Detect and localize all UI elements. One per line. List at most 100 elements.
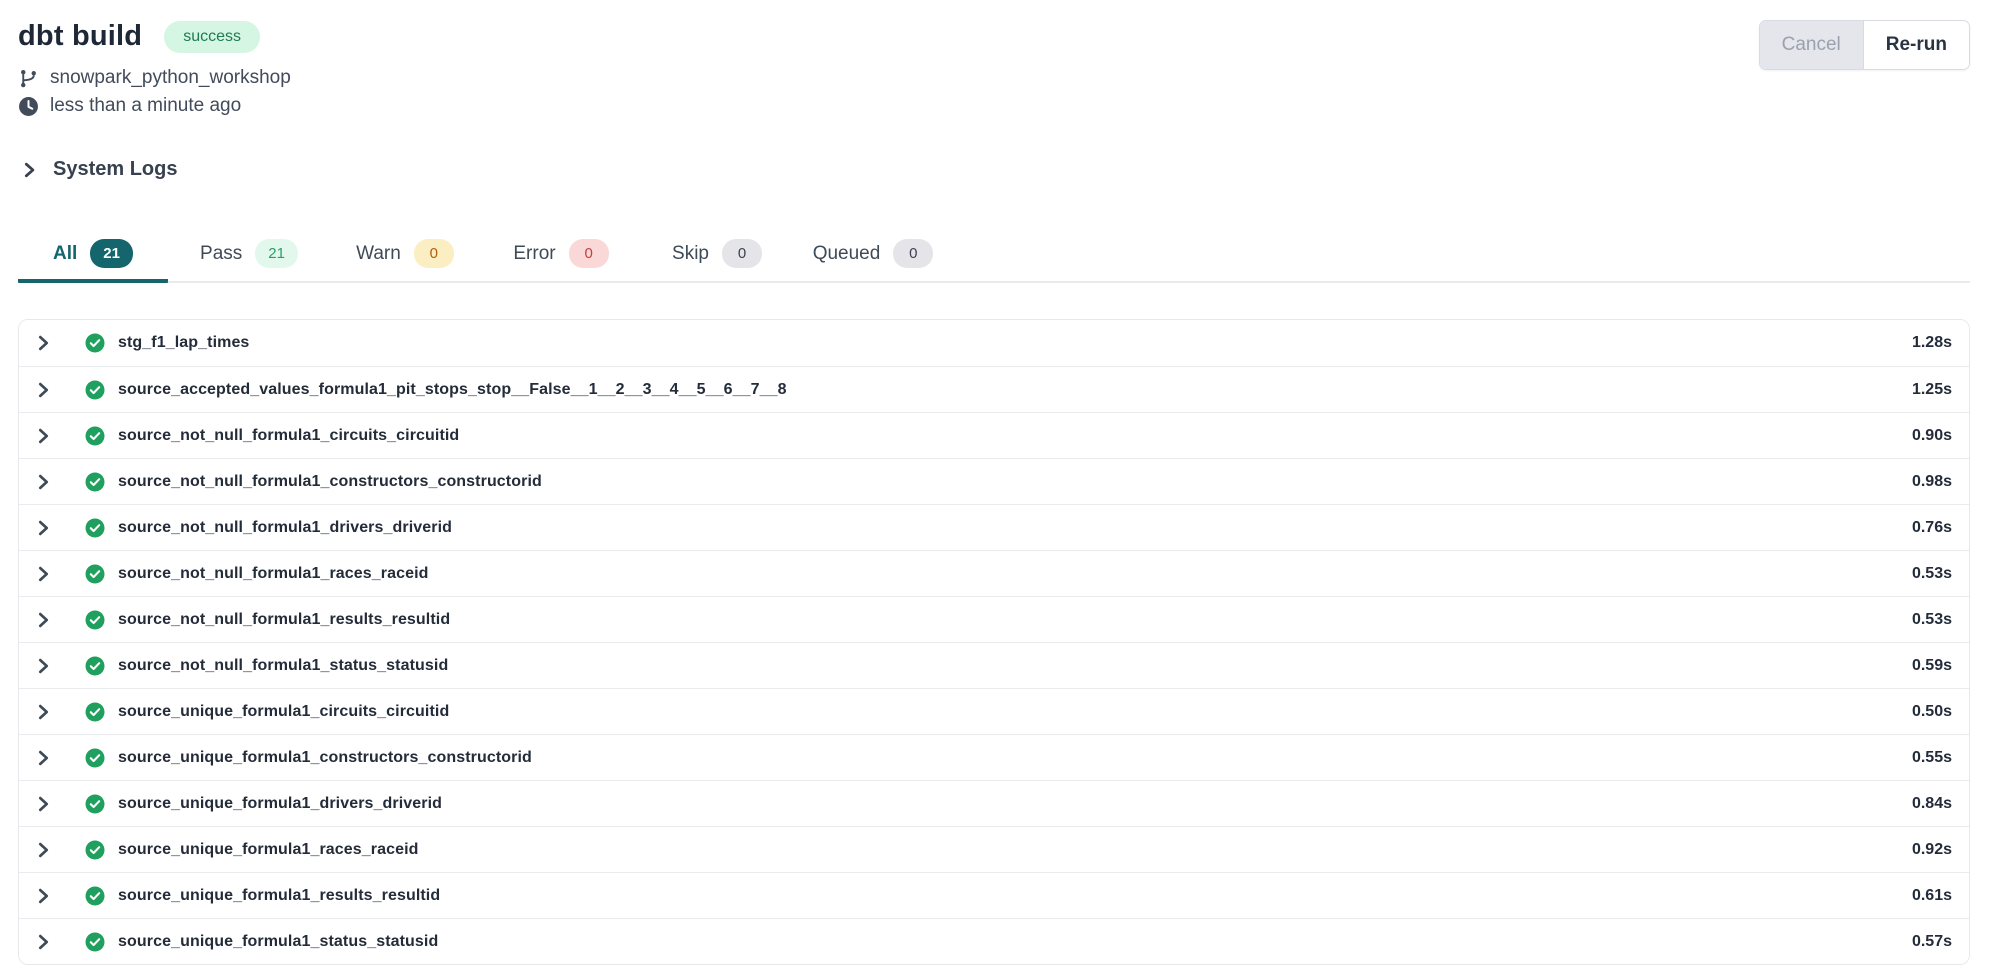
result-duration: 0.53s — [1912, 611, 1952, 629]
result-duration: 0.53s — [1912, 565, 1952, 583]
run-detail-page: dbt build success snowpark_python_worksh… — [0, 0, 1999, 959]
system-logs-toggle[interactable]: System Logs — [21, 158, 177, 181]
page-title: dbt build — [18, 20, 142, 53]
success-check-icon — [85, 610, 105, 630]
tab-label: Error — [513, 243, 555, 265]
result-duration: 1.28s — [1912, 334, 1952, 352]
result-duration: 0.76s — [1912, 519, 1952, 537]
expand-chevron-icon[interactable] — [34, 519, 52, 537]
run-header: dbt build success snowpark_python_worksh… — [0, 0, 1999, 118]
tab-count-badge: 0 — [414, 239, 454, 268]
results-list: stg_f1_lap_times 1.28s source_accepted_v… — [18, 319, 1970, 965]
expand-chevron-icon[interactable] — [34, 427, 52, 445]
expand-chevron-icon[interactable] — [34, 703, 52, 721]
success-check-icon — [85, 426, 105, 446]
result-name: source_not_null_formula1_circuits_circui… — [118, 427, 459, 445]
status-badge: success — [164, 21, 260, 53]
chevron-right-icon — [21, 160, 38, 180]
result-duration: 0.90s — [1912, 427, 1952, 445]
run-actions: Cancel Re-run — [1759, 20, 1970, 70]
tab-bar: All 21 Pass 21 Warn 0 Error 0 Skip 0 Que… — [18, 227, 1970, 283]
success-check-icon — [85, 380, 105, 400]
tab-count-badge: 0 — [722, 239, 762, 268]
result-row[interactable]: source_unique_formula1_circuits_circuiti… — [19, 688, 1969, 734]
expand-chevron-icon[interactable] — [34, 657, 52, 675]
tab-skip[interactable]: Skip 0 — [642, 229, 792, 283]
success-check-icon — [85, 932, 105, 952]
result-duration: 1.25s — [1912, 381, 1952, 399]
result-row[interactable]: source_unique_formula1_drivers_driverid … — [19, 780, 1969, 826]
expand-chevron-icon[interactable] — [34, 795, 52, 813]
tab-label: Skip — [672, 243, 709, 265]
expand-chevron-icon[interactable] — [34, 841, 52, 859]
success-check-icon — [85, 702, 105, 722]
branch-name: snowpark_python_workshop — [50, 67, 291, 89]
result-duration: 0.55s — [1912, 749, 1952, 767]
run-time-ago: less than a minute ago — [50, 95, 241, 117]
result-name: source_unique_formula1_races_raceid — [118, 841, 419, 859]
result-duration: 0.61s — [1912, 887, 1952, 905]
success-check-icon — [85, 840, 105, 860]
result-name: source_not_null_formula1_races_raceid — [118, 565, 429, 583]
result-name: source_accepted_values_formula1_pit_stop… — [118, 381, 787, 399]
expand-chevron-icon[interactable] — [34, 334, 52, 352]
result-name: source_not_null_formula1_constructors_co… — [118, 473, 542, 491]
tab-count-badge: 0 — [569, 239, 609, 268]
expand-chevron-icon[interactable] — [34, 381, 52, 399]
rerun-button[interactable]: Re-run — [1864, 21, 1969, 69]
title-row: dbt build success — [18, 20, 291, 53]
success-check-icon — [85, 748, 105, 768]
time-row: less than a minute ago — [18, 94, 291, 118]
success-check-icon — [85, 472, 105, 492]
result-row[interactable]: source_not_null_formula1_drivers_driveri… — [19, 504, 1969, 550]
tab-count-badge: 0 — [893, 239, 933, 268]
clock-icon — [18, 96, 39, 117]
tab-warn[interactable]: Warn 0 — [330, 229, 480, 283]
result-name: source_unique_formula1_circuits_circuiti… — [118, 703, 449, 721]
result-row[interactable]: source_not_null_formula1_results_resulti… — [19, 596, 1969, 642]
tab-label: Pass — [200, 243, 242, 265]
result-duration: 0.98s — [1912, 473, 1952, 491]
branch-row: snowpark_python_workshop — [18, 66, 291, 90]
expand-chevron-icon[interactable] — [34, 933, 52, 951]
result-row[interactable]: source_unique_formula1_results_resultid … — [19, 872, 1969, 918]
success-check-icon — [85, 886, 105, 906]
result-duration: 0.92s — [1912, 841, 1952, 859]
result-name: source_not_null_formula1_results_resulti… — [118, 611, 450, 629]
tab-queued[interactable]: Queued 0 — [798, 229, 948, 283]
tab-pass[interactable]: Pass 21 — [174, 229, 324, 283]
result-row[interactable]: source_not_null_formula1_constructors_co… — [19, 458, 1969, 504]
tab-label: Queued — [813, 243, 881, 265]
result-name: source_not_null_formula1_drivers_driveri… — [118, 519, 452, 537]
tab-count-badge: 21 — [90, 239, 133, 268]
expand-chevron-icon[interactable] — [34, 611, 52, 629]
run-meta: snowpark_python_workshop less than a min… — [18, 66, 291, 118]
result-row[interactable]: source_unique_formula1_constructors_cons… — [19, 734, 1969, 780]
result-duration: 0.59s — [1912, 657, 1952, 675]
expand-chevron-icon[interactable] — [34, 887, 52, 905]
result-row[interactable]: source_not_null_formula1_circuits_circui… — [19, 412, 1969, 458]
result-row[interactable]: source_unique_formula1_status_statusid 0… — [19, 918, 1969, 964]
expand-chevron-icon[interactable] — [34, 473, 52, 491]
success-check-icon — [85, 518, 105, 538]
result-name: source_unique_formula1_results_resultid — [118, 887, 440, 905]
success-check-icon — [85, 333, 105, 353]
result-name: stg_f1_lap_times — [118, 334, 249, 352]
cancel-button[interactable]: Cancel — [1760, 21, 1864, 69]
tab-error[interactable]: Error 0 — [486, 229, 636, 283]
expand-chevron-icon[interactable] — [34, 565, 52, 583]
result-row[interactable]: source_not_null_formula1_status_statusid… — [19, 642, 1969, 688]
result-row[interactable]: stg_f1_lap_times 1.28s — [19, 320, 1969, 366]
success-check-icon — [85, 564, 105, 584]
result-duration: 0.50s — [1912, 703, 1952, 721]
tab-label: Warn — [356, 243, 401, 265]
result-row[interactable]: source_not_null_formula1_races_raceid 0.… — [19, 550, 1969, 596]
result-row[interactable]: source_unique_formula1_races_raceid 0.92… — [19, 826, 1969, 872]
result-duration: 0.57s — [1912, 933, 1952, 951]
result-name: source_unique_formula1_drivers_driverid — [118, 795, 442, 813]
success-check-icon — [85, 656, 105, 676]
run-header-left: dbt build success snowpark_python_worksh… — [18, 20, 291, 118]
tab-all[interactable]: All 21 — [18, 229, 168, 283]
expand-chevron-icon[interactable] — [34, 749, 52, 767]
result-row[interactable]: source_accepted_values_formula1_pit_stop… — [19, 366, 1969, 412]
